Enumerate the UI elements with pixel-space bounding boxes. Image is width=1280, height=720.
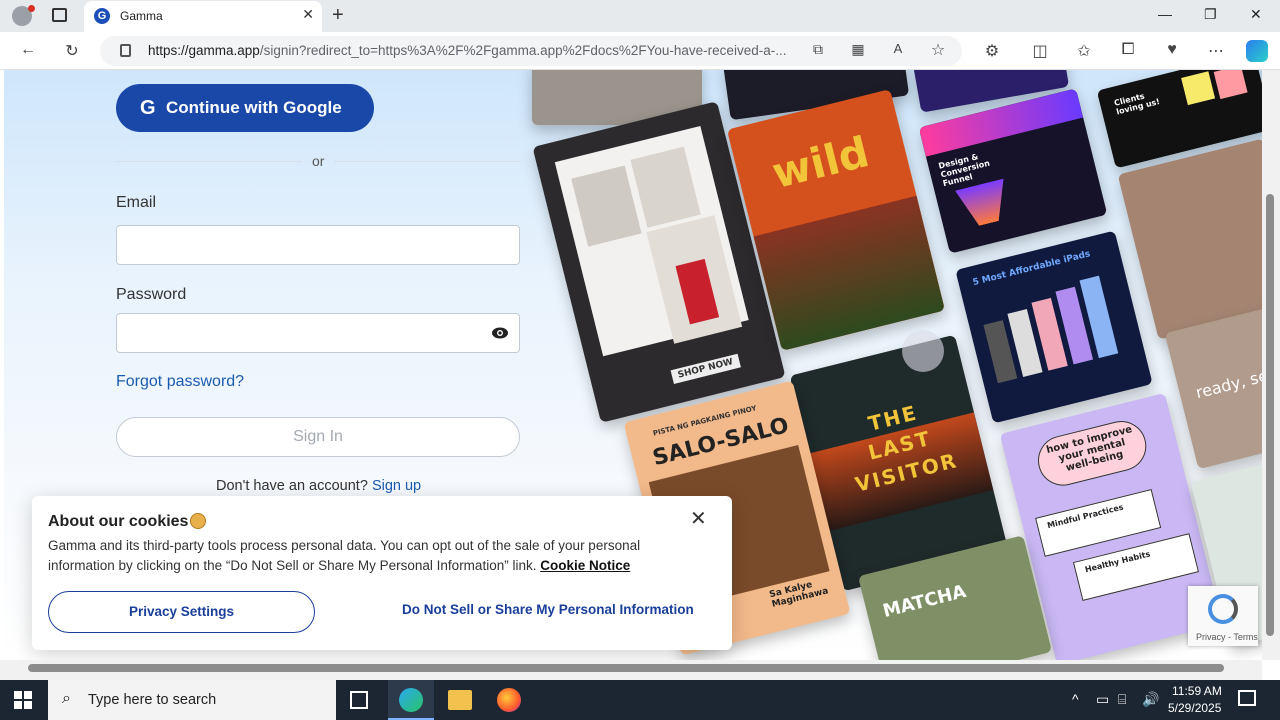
recaptcha-badge[interactable]: Privacy - Terms [1188,586,1258,646]
clock-date[interactable]: 5/29/2025 [1168,701,1221,715]
more-menu-icon[interactable]: ⋯ [1206,41,1226,61]
sign-in-button[interactable]: Sign In [116,417,520,457]
close-window-icon[interactable]: ✕ [1250,6,1262,23]
file-explorer-icon[interactable] [448,690,472,710]
url-text[interactable]: https://gamma.app/signin?redirect_to=htt… [148,43,788,58]
collage-card-ready: ready, se [1164,306,1262,470]
new-tab-icon[interactable]: + [332,4,344,27]
vertical-scrollbar-thumb[interactable] [1266,194,1274,636]
windows-start-icon[interactable] [14,691,32,709]
email-label: Email [116,194,157,211]
search-icon: ⌕ [62,690,71,707]
read-aloud-icon[interactable]: A [888,41,908,56]
app-available-icon[interactable]: ⧉ [808,41,828,58]
password-field[interactable] [116,313,520,353]
back-icon[interactable]: ← [18,41,38,59]
qr-code-icon[interactable]: ▦ [848,41,868,58]
task-view-icon[interactable] [350,691,368,709]
notification-dot-icon [28,5,35,12]
collage-card-funnel: Design & Conversion Funnel [918,88,1108,254]
cookie-close-icon[interactable]: ✕ [690,506,707,531]
firefox-icon[interactable] [497,688,521,712]
copilot-icon[interactable] [1246,40,1268,62]
show-password-icon[interactable] [491,324,509,342]
cookie-title: About our cookies [48,513,189,530]
show-hidden-icons-icon[interactable]: ^ [1072,691,1079,707]
cookie-emoji-icon [190,513,206,529]
cookie-banner: About our cookies ✕ Gamma and its third-… [32,496,732,650]
sign-up-link[interactable]: Sign up [372,478,421,494]
clock-time[interactable]: 11:59 AM [1172,684,1222,698]
collections-icon[interactable]: ⧠ [1118,41,1138,59]
extensions-icon[interactable]: ⚙ [982,41,1002,61]
tab-actions-icon[interactable] [52,8,67,22]
visual-search-icon[interactable] [902,330,944,372]
divider-right [334,161,520,162]
windows-taskbar: ⌕ Type here to search ^ ▭ ⌸ 🔊 11:59 AM 5… [0,680,1280,720]
email-field[interactable] [116,225,520,265]
or-separator: or [312,153,325,169]
tab-gamma[interactable]: G Gamma ✕ [84,1,322,32]
split-screen-icon[interactable]: ◫ [1030,41,1050,61]
privacy-settings-button[interactable]: Privacy Settings [48,591,315,633]
address-toolbar: ← ↻ https://gamma.app/signin?redirect_to… [0,32,1280,70]
no-account-text: Don't have an account? Sign up [216,478,422,494]
browser-title-bar: G Gamma ✕ + — ❐ ✕ [0,0,1280,32]
edge-taskbar-icon[interactable] [388,680,434,720]
address-bar[interactable]: https://gamma.app/signin?redirect_to=htt… [100,36,962,66]
volume-icon[interactable]: 🔊 [1142,691,1159,708]
tab-close-icon[interactable]: ✕ [302,6,314,23]
forgot-password-link[interactable]: Forgot password? [116,373,244,391]
network-icon[interactable]: ⌸ [1118,691,1126,708]
favorites-icon[interactable]: ✩ [1074,41,1094,61]
google-icon: G [140,97,156,119]
horizontal-scrollbar-thumb[interactable] [28,664,1224,672]
cookie-notice-link[interactable]: Cookie Notice [540,558,630,573]
do-not-sell-button[interactable]: Do Not Sell or Share My Personal Informa… [402,602,694,617]
page-content: SHOP NOW wild Design & Conversion Funnel… [4,70,1262,660]
taskbar-search-box[interactable]: ⌕ Type here to search [48,680,336,720]
refresh-icon[interactable]: ↻ [62,41,82,61]
tab-title: Gamma [120,9,163,23]
minimize-icon[interactable]: — [1158,6,1172,22]
recaptcha-icon [1208,594,1238,624]
password-label: Password [116,286,187,303]
collage-card-jewelry [1117,138,1262,340]
restore-icon[interactable]: ❐ [1204,6,1217,23]
lock-icon[interactable] [120,44,131,57]
battery-icon[interactable]: ▭ [1096,691,1109,708]
continue-with-google-button[interactable]: G Continue with Google [116,84,374,132]
performance-icon[interactable]: ♥ [1162,41,1182,59]
cookie-text: Gamma and its third-party tools process … [48,538,641,573]
collage-card-ipads: 5 Most Affordable iPads [955,230,1153,424]
gamma-favicon-icon: G [94,8,110,24]
edge-icon [399,688,423,712]
notifications-icon[interactable] [1238,690,1256,706]
favorite-star-icon[interactable]: ☆ [928,40,948,60]
divider-left [116,161,302,162]
